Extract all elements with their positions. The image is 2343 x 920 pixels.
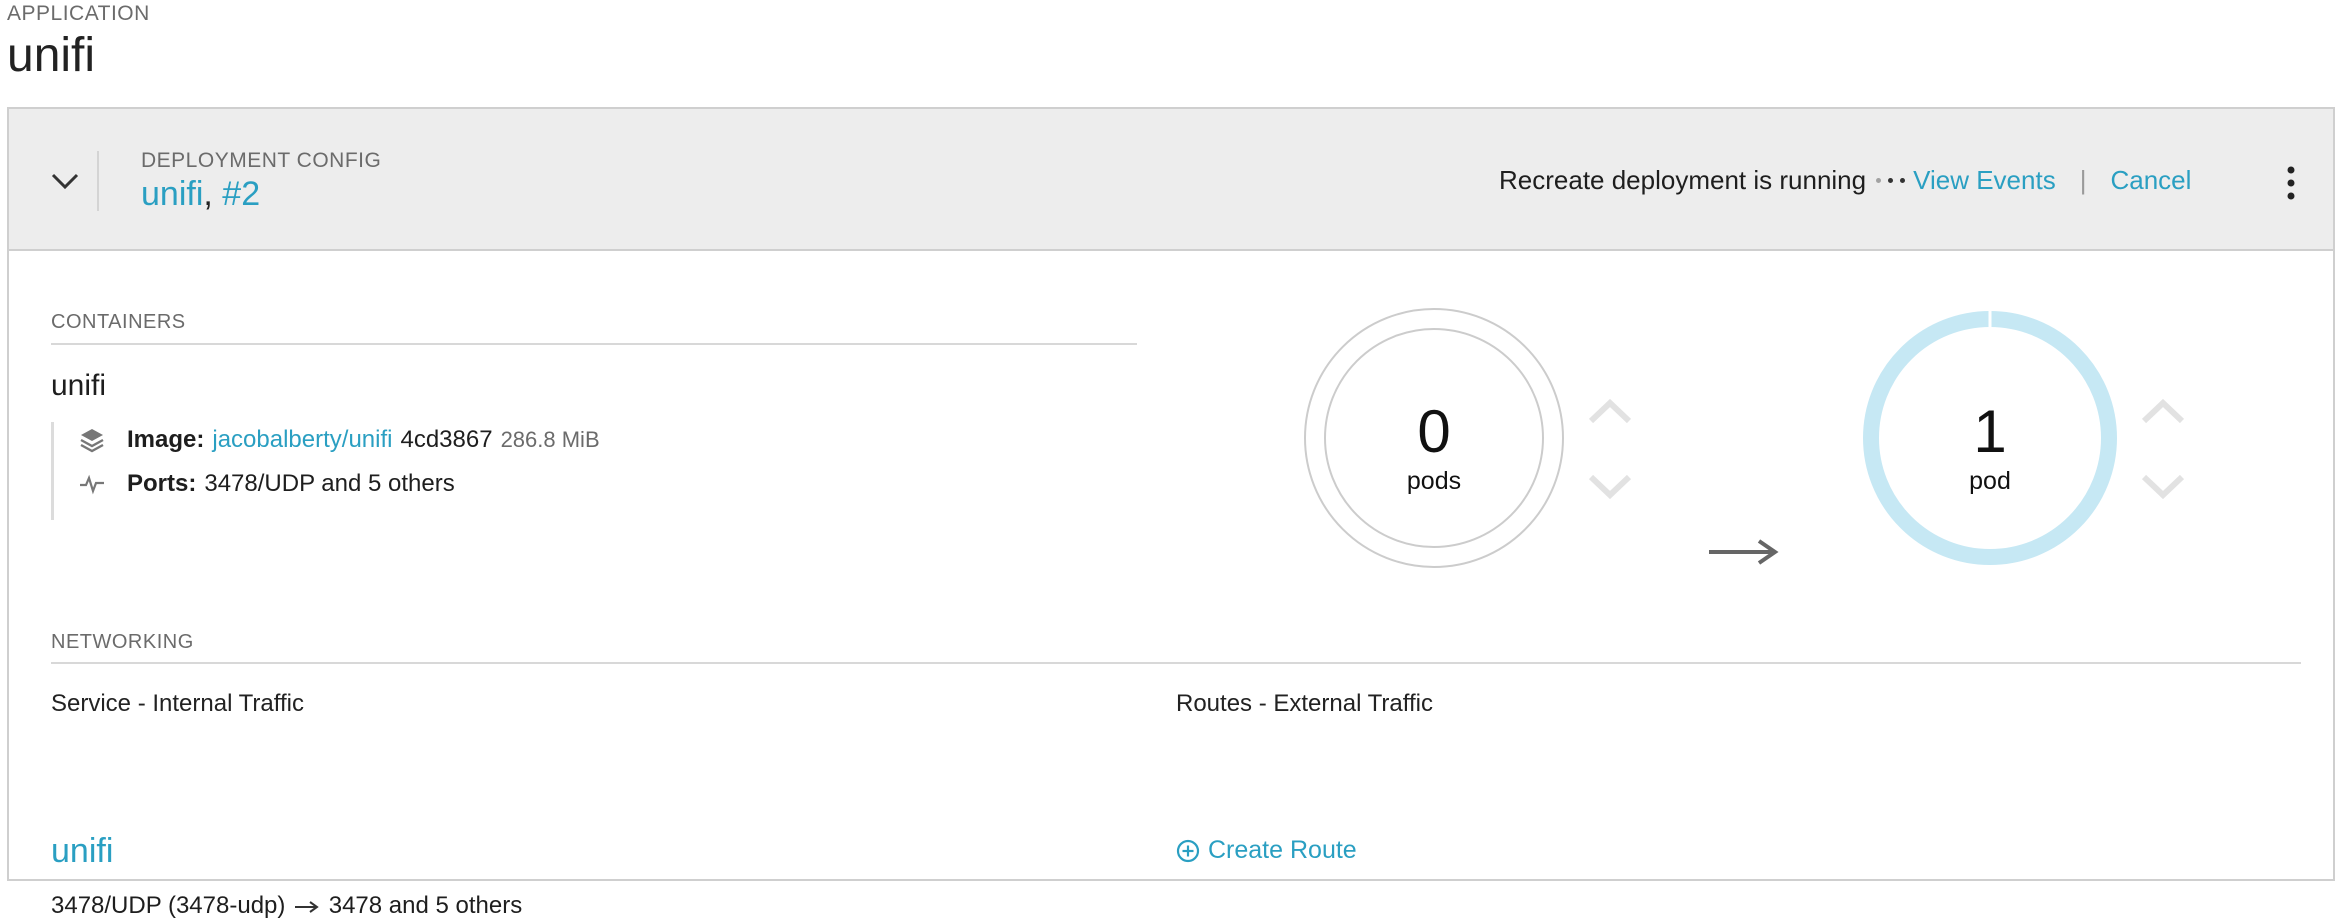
image-size: 286.8 MiB: [500, 427, 600, 452]
deployment-name-link[interactable]: unifi: [141, 175, 203, 213]
title-separator: ,: [203, 175, 213, 213]
cancel-link[interactable]: Cancel: [2110, 165, 2191, 196]
service-name-link[interactable]: unifi: [51, 832, 113, 871]
view-events-link[interactable]: View Events: [1913, 165, 2056, 196]
container-name: unifi: [51, 369, 107, 402]
new-pods-count: 1: [1973, 398, 2007, 465]
arrow-right-icon: [1709, 539, 1779, 565]
ports-value: 3478/UDP and 5 others: [204, 470, 455, 497]
ports-label: Ports:: [127, 470, 197, 497]
image-label: Image:: [127, 426, 205, 453]
deployment-revision-link[interactable]: #2: [222, 175, 260, 213]
scale-up-new-icon[interactable]: [2138, 393, 2188, 427]
plus-circle-icon: [1176, 839, 1200, 862]
image-hash: 4cd3867: [400, 426, 493, 453]
pulse-icon: [77, 469, 107, 499]
header-divider: [97, 151, 99, 211]
service-port-target: 3478 and 5 others: [328, 892, 523, 919]
create-route-link[interactable]: Create Route: [1176, 836, 1357, 865]
kebab-icon[interactable]: [2281, 165, 2301, 201]
deployment-card: DEPLOYMENT CONFIG unifi, #2 Recreate dep…: [7, 107, 2335, 919]
old-pods-unit: pods: [1406, 467, 1462, 495]
ports-row: Ports: 3478/UDP and 5 others: [77, 469, 455, 499]
deployment-title: unifi, #2: [141, 175, 260, 214]
layers-icon: [77, 425, 107, 455]
application-label: APPLICATION: [7, 2, 150, 25]
service-title: Service - Internal Traffic: [51, 690, 304, 717]
scale-down-old-icon[interactable]: [1585, 471, 1635, 505]
service-port-mapping: 3478/UDP (3478-udp) 3478 and 5 others: [51, 892, 522, 920]
deployment-config-label: DEPLOYMENT CONFIG: [141, 149, 382, 172]
container-info-bar: [51, 422, 54, 520]
pipe-divider: |: [2079, 165, 2087, 195]
new-pods-donut: 1 pod: [1859, 307, 2121, 569]
chevron-down-icon[interactable]: [45, 161, 85, 201]
networking-label: NETWORKING: [51, 631, 194, 653]
create-route-label: Create Route: [1208, 836, 1357, 864]
image-row: Image: jacobalberty/unifi 4cd3867 286.8 …: [77, 425, 600, 455]
service-port-source: 3478/UDP (3478-udp): [51, 892, 286, 919]
new-pods-unit: pod: [1969, 467, 2011, 495]
old-pods-donut: 0 pods: [1303, 307, 1565, 569]
containers-label: CONTAINERS: [51, 311, 186, 333]
port-arrow-icon: [295, 900, 319, 913]
status-text: Recreate deployment is running: [1499, 165, 1867, 195]
scale-up-old-icon[interactable]: [1585, 393, 1635, 427]
old-pods-count: 0: [1417, 398, 1451, 465]
deployment-status: Recreate deployment is running View Even…: [1499, 165, 2191, 196]
image-link[interactable]: jacobalberty/unifi: [212, 426, 392, 454]
scale-down-new-icon[interactable]: [2138, 471, 2188, 505]
deployment-header: DEPLOYMENT CONFIG unifi, #2 Recreate dep…: [9, 109, 2333, 251]
networking-divider: [51, 662, 2301, 664]
application-name: unifi: [7, 29, 96, 82]
containers-divider: [51, 343, 1137, 345]
loading-dots-icon: [1876, 178, 1906, 183]
routes-title: Routes - External Traffic: [1176, 690, 1433, 717]
